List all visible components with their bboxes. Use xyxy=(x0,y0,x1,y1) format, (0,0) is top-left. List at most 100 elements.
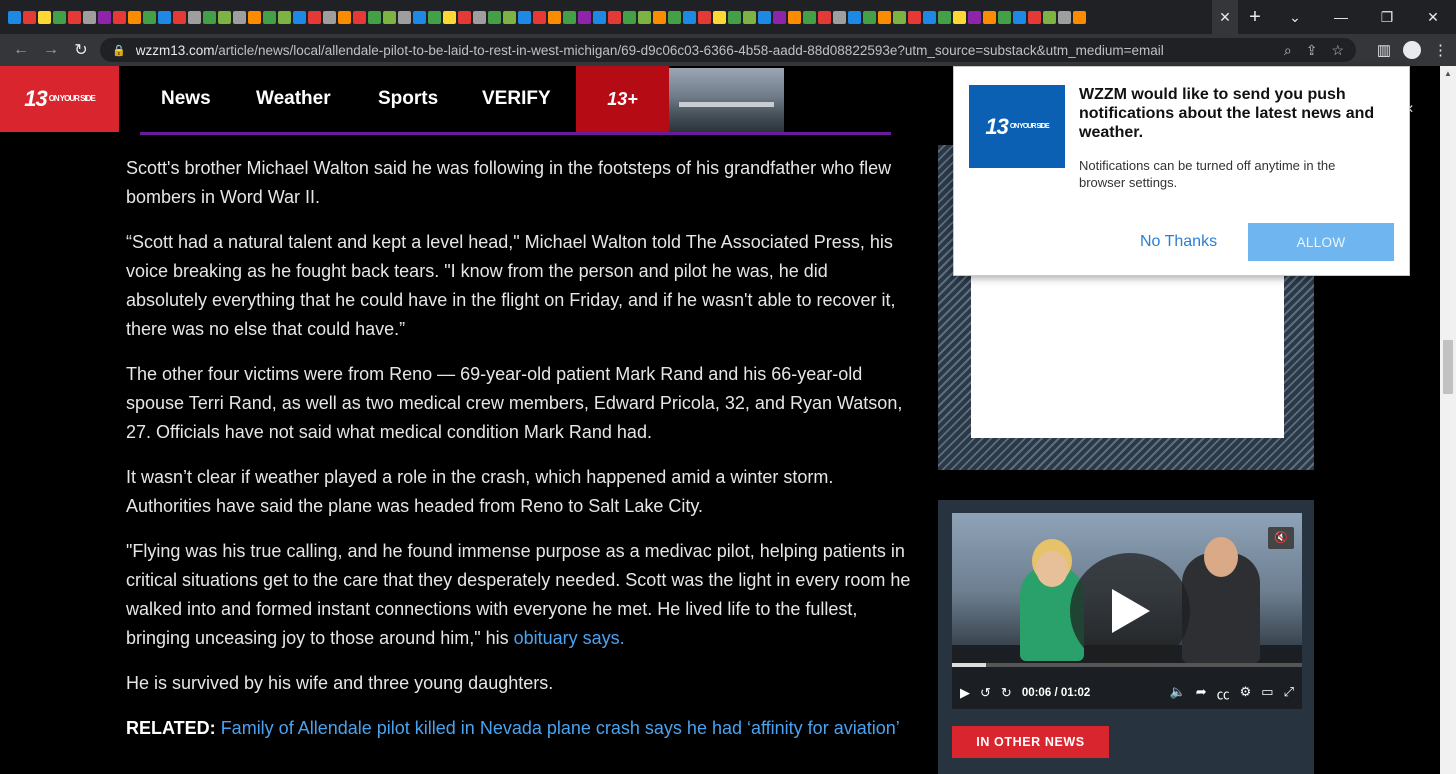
pinned-tab-favicon[interactable] xyxy=(188,10,201,24)
pinned-tab-favicon[interactable] xyxy=(158,10,171,24)
pinned-tab-favicon[interactable] xyxy=(923,10,936,24)
rewind-icon[interactable]: ↺ xyxy=(980,685,991,701)
nav-sports[interactable]: Sports xyxy=(378,88,438,110)
pinned-tab-favicon[interactable] xyxy=(503,10,516,24)
pinned-tab-favicon[interactable] xyxy=(953,10,966,24)
captions-icon[interactable]: ㏄ xyxy=(1217,684,1230,703)
video-progress-bar[interactable] xyxy=(952,663,1302,667)
pinned-tabs[interactable] xyxy=(0,0,1212,34)
close-tab-icon[interactable]: ✕ xyxy=(1212,0,1238,34)
pinned-tab-favicon[interactable] xyxy=(263,10,276,24)
pinned-tab-favicon[interactable] xyxy=(338,10,351,24)
pinned-tab-favicon[interactable] xyxy=(143,10,156,24)
pinned-tab-favicon[interactable] xyxy=(398,10,411,24)
tab-search-icon[interactable]: ⌄ xyxy=(1272,9,1318,26)
pinned-tab-favicon[interactable] xyxy=(803,10,816,24)
pinned-tab-favicon[interactable] xyxy=(938,10,951,24)
minimize-button[interactable]: — xyxy=(1318,9,1364,25)
forward-button[interactable]: → xyxy=(36,41,66,59)
play-small-icon[interactable]: ▶ xyxy=(960,685,970,701)
pinned-tab-favicon[interactable] xyxy=(713,10,726,24)
pinned-tab-favicon[interactable] xyxy=(233,10,246,24)
pinned-tab-favicon[interactable] xyxy=(908,10,921,24)
pinned-tab-favicon[interactable] xyxy=(893,10,906,24)
bookmark-star-icon[interactable]: ☆ xyxy=(1331,42,1344,59)
pinned-tab-favicon[interactable] xyxy=(818,10,831,24)
pinned-tab-favicon[interactable] xyxy=(113,10,126,24)
pinned-tab-favicon[interactable] xyxy=(683,10,696,24)
pinned-tab-favicon[interactable] xyxy=(653,10,666,24)
pinned-tab-favicon[interactable] xyxy=(23,10,36,24)
pinned-tab-favicon[interactable] xyxy=(413,10,426,24)
site-logo[interactable]: 13 ON YOUR SIDE xyxy=(0,66,119,132)
pinned-tab-favicon[interactable] xyxy=(773,10,786,24)
pinned-tab-favicon[interactable] xyxy=(863,10,876,24)
restore-button[interactable]: ❐ xyxy=(1364,9,1410,26)
in-other-news-badge[interactable]: IN OTHER NEWS xyxy=(952,726,1109,758)
pinned-tab-favicon[interactable] xyxy=(53,10,66,24)
scroll-thumb[interactable] xyxy=(1443,340,1453,394)
pinned-tab-favicon[interactable] xyxy=(8,10,21,24)
pinned-tab-favicon[interactable] xyxy=(353,10,366,24)
pinned-tab-favicon[interactable] xyxy=(578,10,591,24)
zoom-icon[interactable]: ⌕ xyxy=(1284,42,1292,59)
pinned-tab-favicon[interactable] xyxy=(878,10,891,24)
pinned-tab-favicon[interactable] xyxy=(458,10,471,24)
play-icon[interactable] xyxy=(1112,589,1150,633)
pinned-tab-favicon[interactable] xyxy=(383,10,396,24)
allow-button[interactable]: ALLOW xyxy=(1248,223,1394,261)
pinned-tab-favicon[interactable] xyxy=(248,10,261,24)
pinned-tab-favicon[interactable] xyxy=(998,10,1011,24)
live-cam-thumbnail[interactable] xyxy=(669,68,784,132)
nav-news[interactable]: News xyxy=(161,88,211,110)
pinned-tab-favicon[interactable] xyxy=(173,10,186,24)
pinned-tab-favicon[interactable] xyxy=(608,10,621,24)
pinned-tab-favicon[interactable] xyxy=(848,10,861,24)
url-text[interactable]: wzzm13.com/article/news/local/allendale-… xyxy=(136,43,1284,58)
pinned-tab-favicon[interactable] xyxy=(728,10,741,24)
obituary-link[interactable]: obituary says. xyxy=(514,628,625,648)
pinned-tab-favicon[interactable] xyxy=(323,10,336,24)
page-scrollbar[interactable]: ▲ xyxy=(1440,66,1456,774)
ad-slot[interactable] xyxy=(971,275,1284,438)
pinned-tab-favicon[interactable] xyxy=(218,10,231,24)
pip-icon[interactable]: ▭ xyxy=(1261,684,1273,703)
pinned-tab-favicon[interactable] xyxy=(473,10,486,24)
pinned-tab-favicon[interactable] xyxy=(743,10,756,24)
pinned-tab-favicon[interactable] xyxy=(1043,10,1056,24)
pinned-tab-favicon[interactable] xyxy=(668,10,681,24)
pinned-tab-favicon[interactable] xyxy=(98,10,111,24)
scroll-up-arrow-icon[interactable]: ▲ xyxy=(1440,66,1456,82)
plus-promo-button[interactable]: 13 + xyxy=(576,66,669,132)
pinned-tab-favicon[interactable] xyxy=(278,10,291,24)
back-button[interactable]: ← xyxy=(6,41,36,59)
pinned-tab-favicon[interactable] xyxy=(698,10,711,24)
share-video-icon[interactable]: ➦ xyxy=(1196,684,1207,703)
forward-icon[interactable]: ↻ xyxy=(1001,685,1012,701)
pinned-tab-favicon[interactable] xyxy=(203,10,216,24)
pinned-tab-favicon[interactable] xyxy=(128,10,141,24)
pinned-tab-favicon[interactable] xyxy=(428,10,441,24)
unmute-icon[interactable]: 🔇 xyxy=(1268,527,1294,549)
no-thanks-button[interactable]: No Thanks xyxy=(1140,233,1217,251)
profile-avatar[interactable] xyxy=(1403,41,1421,59)
pinned-tab-favicon[interactable] xyxy=(533,10,546,24)
pinned-tab-favicon[interactable] xyxy=(1073,10,1086,24)
pinned-tab-favicon[interactable] xyxy=(968,10,981,24)
pinned-tab-favicon[interactable] xyxy=(68,10,81,24)
menu-kebab-icon[interactable]: ⋮ xyxy=(1433,41,1448,59)
share-icon[interactable]: ⇪ xyxy=(1306,42,1318,59)
fullscreen-icon[interactable]: ⤢ xyxy=(1284,684,1294,703)
pinned-tab-favicon[interactable] xyxy=(563,10,576,24)
pinned-tab-favicon[interactable] xyxy=(518,10,531,24)
pinned-tab-favicon[interactable] xyxy=(548,10,561,24)
pinned-tab-favicon[interactable] xyxy=(833,10,846,24)
pinned-tab-favicon[interactable] xyxy=(1058,10,1071,24)
settings-gear-icon[interactable]: ⚙ xyxy=(1240,684,1252,703)
pinned-tab-favicon[interactable] xyxy=(788,10,801,24)
volume-icon[interactable]: 🔈 xyxy=(1170,684,1186,703)
reload-button[interactable]: ↻ xyxy=(66,40,96,60)
pinned-tab-favicon[interactable] xyxy=(593,10,606,24)
pinned-tab-favicon[interactable] xyxy=(368,10,381,24)
pinned-tab-favicon[interactable] xyxy=(1028,10,1041,24)
